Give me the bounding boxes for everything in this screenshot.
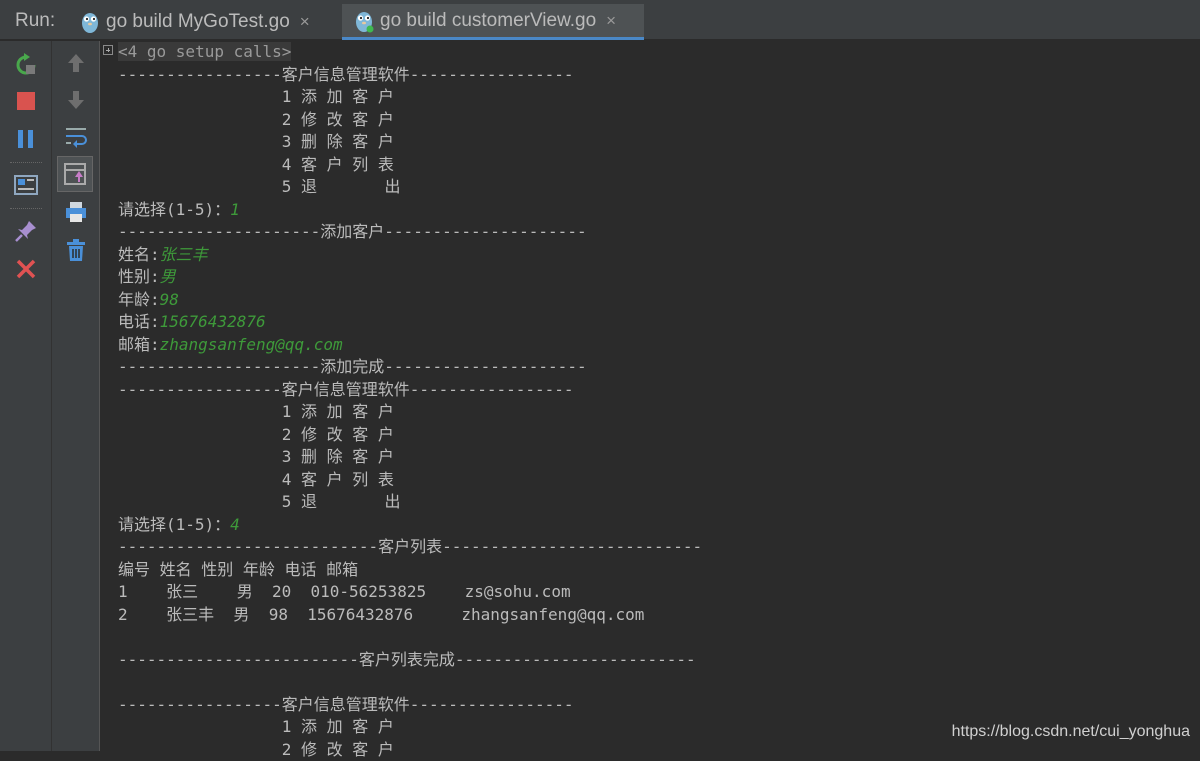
rerun-icon[interactable] <box>13 52 39 78</box>
console-line: 1 添 加 客 户 <box>118 716 394 738</box>
output-text: -----------------客户信息管理软件---------------… <box>118 694 574 714</box>
tab-title: go build MyGoTest.go <box>106 11 290 32</box>
console-line: 1 张三 男 20 010-56253825 zs@sohu.com <box>118 581 571 603</box>
console-line: 4 客 户 列 表 <box>118 469 394 491</box>
output-text: 1 张三 男 20 010-56253825 zs@sohu.com <box>118 582 571 601</box>
output-text: 2 张三丰 男 98 15676432876 zhangsanfeng@qq.c… <box>118 604 645 624</box>
console-line: -----------------客户信息管理软件---------------… <box>118 694 574 716</box>
restore-layout-icon[interactable] <box>13 172 39 198</box>
run-toolbar-primary <box>0 41 52 751</box>
soft-wrap-icon[interactable] <box>63 123 89 149</box>
output-text: 请选择(1-5)： <box>118 514 231 534</box>
console-line: 1 添 加 客 户 <box>118 86 394 108</box>
user-input-text: zhangsanfeng@qq.com <box>159 334 343 354</box>
expand-icon[interactable] <box>103 45 113 55</box>
user-input-text: 15676432876 <box>159 312 266 331</box>
go-gopher-running-icon <box>356 11 374 32</box>
output-text: 请选择(1-5)： <box>118 199 231 219</box>
console-output[interactable]: <4 go setup calls> -----------------客户信息管… <box>100 41 1200 759</box>
output-text: ---------------------添加完成---------------… <box>118 357 587 376</box>
console-line: 2 张三丰 男 98 15676432876 zhangsanfeng@qq.c… <box>118 604 644 626</box>
toolbar-separator <box>10 208 42 209</box>
output-text: 2 修 改 客 户 <box>118 739 394 759</box>
tab-close-icon[interactable]: × <box>606 11 616 31</box>
console-line: 性别:男 <box>118 266 176 288</box>
console-line: 2 修 改 客 户 <box>118 424 394 446</box>
console-line: -----------------客户信息管理软件---------------… <box>118 379 574 401</box>
trash-icon[interactable] <box>63 237 89 263</box>
output-text: <4 go setup calls> <box>118 42 292 61</box>
console-line: -----------------客户信息管理软件---------------… <box>118 64 574 86</box>
console-line: 电话:15676432876 <box>118 311 266 333</box>
output-text: 2 修 改 客 户 <box>118 109 394 129</box>
tab-customerview[interactable]: go build customerView.go × <box>342 4 644 40</box>
output-text: 3 删 除 客 户 <box>118 132 394 151</box>
output-text: 1 添 加 客 户 <box>118 402 394 421</box>
arrow-down-icon[interactable] <box>63 87 89 113</box>
toolbar-separator <box>10 162 42 163</box>
output-text: 年龄: <box>118 289 160 309</box>
console-line: 5 退 出 <box>118 491 401 513</box>
output-text: 4 客 户 列 表 <box>118 469 394 489</box>
run-toolbar-secondary <box>52 41 100 751</box>
console-line: 姓名:张三丰 <box>118 244 208 266</box>
console-line: ---------------------------客户列表---------… <box>118 536 702 558</box>
output-text: ---------------------添加客户---------------… <box>118 222 587 241</box>
output-text: 电话: <box>118 312 160 331</box>
output-text: 1 添 加 客 户 <box>118 717 394 736</box>
arrow-up-icon[interactable] <box>63 50 89 76</box>
console-line: 1 添 加 客 户 <box>118 401 394 423</box>
tab-title: go build customerView.go <box>380 9 597 31</box>
pause-icon[interactable] <box>13 126 39 152</box>
close-icon[interactable] <box>13 256 39 282</box>
pin-icon[interactable] <box>13 218 39 244</box>
console-line: 请选择(1-5)：4 <box>118 514 240 536</box>
console-line: 2 修 改 客 户 <box>118 739 394 761</box>
console-line: 请选择(1-5)：1 <box>118 199 240 221</box>
output-text: 邮箱: <box>118 334 160 354</box>
scroll-to-end-toggle[interactable] <box>57 156 93 192</box>
user-input-text: 4 <box>230 514 240 534</box>
user-input-text: 男 <box>159 267 176 286</box>
output-text: 性别: <box>118 267 160 286</box>
console-line: 3 删 除 客 户 <box>118 446 394 468</box>
console-line: 邮箱:zhangsanfeng@qq.com <box>118 334 343 356</box>
tab-close-icon[interactable]: × <box>300 12 310 32</box>
output-text: 4 客 户 列 表 <box>118 154 394 174</box>
console-line: 5 退 出 <box>118 176 401 198</box>
user-input-text: 1 <box>230 199 240 219</box>
output-text: 姓名: <box>118 244 160 264</box>
console-line: 4 客 户 列 表 <box>118 154 394 176</box>
output-text: 3 删 除 客 户 <box>118 447 394 466</box>
console-line: 3 删 除 客 户 <box>118 131 394 153</box>
output-text: -------------------------客户列表完成---------… <box>118 649 696 669</box>
console-line: -------------------------客户列表完成---------… <box>118 649 696 671</box>
output-text: 5 退 出 <box>118 177 401 196</box>
print-icon[interactable] <box>63 199 89 225</box>
go-gopher-icon <box>82 13 98 33</box>
run-label: Run: <box>15 10 56 31</box>
output-text: 5 退 出 <box>118 492 401 511</box>
user-input-text: 张三丰 <box>159 244 208 264</box>
output-text: 2 修 改 客 户 <box>118 424 394 444</box>
console-line: ---------------------添加完成---------------… <box>118 356 587 378</box>
console-line: <4 go setup calls> <box>118 41 292 63</box>
output-text: ---------------------------客户列表---------… <box>118 537 703 556</box>
console-line: ---------------------添加客户---------------… <box>118 221 587 243</box>
output-text: 编号 姓名 性别 年龄 电话 邮箱 <box>118 559 359 579</box>
scroll-to-end-icon <box>64 163 86 185</box>
tab-mygotest[interactable]: go build MyGoTest.go × <box>68 4 340 40</box>
output-text: 1 添 加 客 户 <box>118 87 394 106</box>
console-line: 2 修 改 客 户 <box>118 109 394 131</box>
watermark: https://blog.csdn.net/cui_yonghua <box>951 723 1190 740</box>
output-text: -----------------客户信息管理软件---------------… <box>118 379 574 399</box>
console-line: 编号 姓名 性别 年龄 电话 邮箱 <box>118 559 358 581</box>
output-text: -----------------客户信息管理软件---------------… <box>118 64 574 84</box>
console-line: 年龄:98 <box>118 289 179 311</box>
run-tab-bar: Run: go build MyGoTest.go × go build cus… <box>0 0 1200 40</box>
user-input-text: 98 <box>159 289 179 309</box>
stop-icon[interactable] <box>13 88 39 114</box>
